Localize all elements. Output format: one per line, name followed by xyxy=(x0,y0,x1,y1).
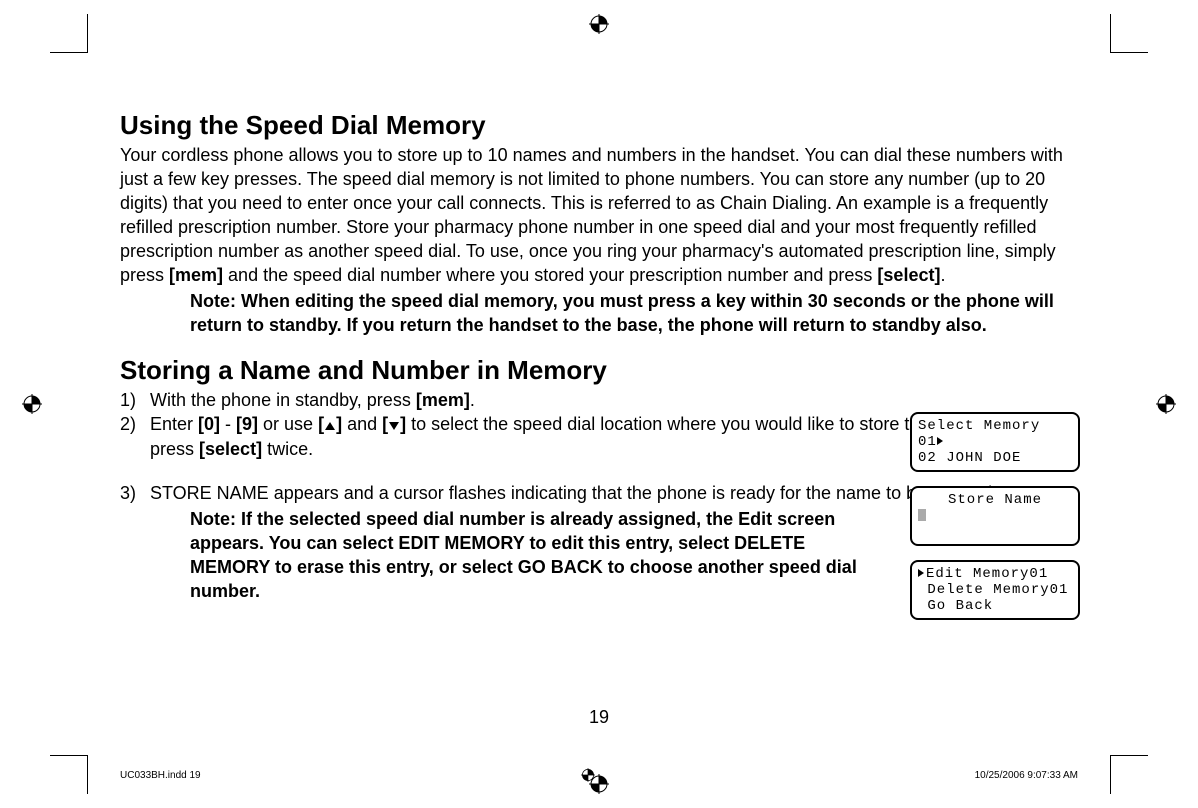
key-0: [0] xyxy=(198,414,220,434)
lcd-line: Edit Memory01 xyxy=(926,566,1048,582)
step-1: 1) With the phone in standby, press [mem… xyxy=(120,388,1080,412)
step-text: With the phone in standby, press xyxy=(150,390,416,410)
step-text: Enter xyxy=(150,414,198,434)
heading-storing: Storing a Name and Number in Memory xyxy=(120,355,1080,386)
lcd-line: Store Name xyxy=(948,492,1042,508)
cursor-icon xyxy=(918,509,926,521)
arrow-down-icon xyxy=(388,413,400,437)
intro-text: and the speed dial number where you stor… xyxy=(223,265,877,285)
lcd-screen-edit-memory: Edit Memory01 Delete Memory01 Go Back xyxy=(910,560,1080,620)
select-key-label: [select] xyxy=(199,439,262,459)
footer-filename: UC033BH.indd 19 xyxy=(120,770,201,781)
step-text: and xyxy=(342,414,382,434)
intro-text: Your cordless phone allows you to store … xyxy=(120,145,1063,285)
lcd-line: 01 xyxy=(918,434,937,450)
pointer-icon xyxy=(937,437,943,445)
step-number: 1) xyxy=(120,388,150,412)
lcd-line: Go Back xyxy=(918,598,993,614)
step-text: twice. xyxy=(262,439,313,459)
step-text: - xyxy=(220,414,236,434)
intro-paragraph: Your cordless phone allows you to store … xyxy=(120,143,1080,287)
lcd-screen-select-memory: Select Memory 01 02 JOHN DOE xyxy=(910,412,1080,472)
step-number: 2) xyxy=(120,412,150,461)
page-number: 19 xyxy=(0,707,1198,728)
mem-key-label: [mem] xyxy=(416,390,470,410)
key-9: [9] xyxy=(236,414,258,434)
registration-mark-icon xyxy=(1156,394,1176,414)
lcd-line: 02 JOHN DOE xyxy=(918,450,1021,466)
footer: UC033BH.indd 19 10/25/2006 9:07:33 AM xyxy=(120,768,1078,782)
footer-timestamp: 10/25/2006 9:07:33 AM xyxy=(975,770,1078,781)
lcd-screen-store-name: Store Name xyxy=(910,486,1080,546)
note-edit-screen: Note: If the selected speed dial number … xyxy=(190,507,890,603)
select-key-label: [select] xyxy=(877,265,940,285)
intro-text: . xyxy=(940,265,945,285)
lcd-line: Select Memory xyxy=(918,418,1040,434)
arrow-up-icon xyxy=(324,413,336,437)
pointer-icon xyxy=(918,569,924,577)
registration-mark-icon xyxy=(589,14,609,34)
note-timeout: Note: When editing the speed dial memory… xyxy=(190,289,1080,337)
heading-speed-dial: Using the Speed Dial Memory xyxy=(120,110,1080,141)
mem-key-label: [mem] xyxy=(169,265,223,285)
step-text: . xyxy=(470,390,475,410)
step-text: or use xyxy=(258,414,318,434)
registration-mark-icon xyxy=(22,394,42,414)
step-number: 3) xyxy=(120,481,150,505)
registration-mark-icon xyxy=(581,768,595,782)
lcd-line: Delete Memory01 xyxy=(918,582,1068,598)
